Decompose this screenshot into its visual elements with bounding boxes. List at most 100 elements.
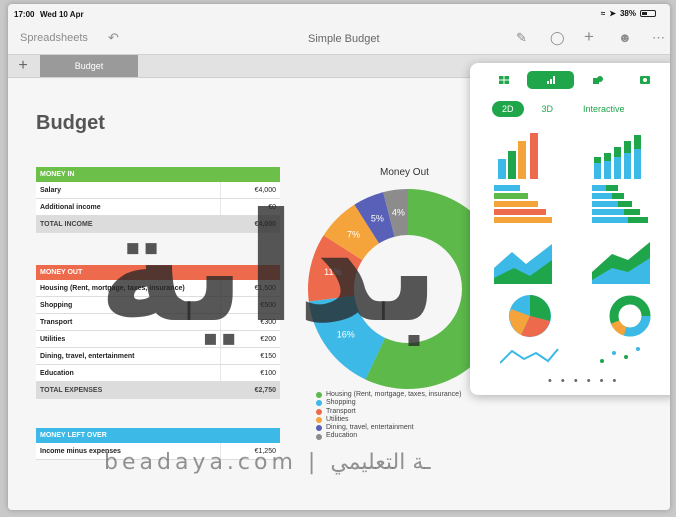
legend-item: Shopping — [316, 399, 461, 407]
table-row[interactable]: Shopping €500 — [36, 297, 280, 314]
table-row[interactable]: Income minus expenses €1,250 — [36, 443, 280, 460]
page-indicator[interactable]: • • • • • • — [548, 375, 619, 387]
legend-item: Housing (Rent, mortgage, taxes, insuranc… — [316, 391, 461, 399]
row-value: €0 — [268, 204, 276, 211]
legend-label: Transport — [326, 407, 356, 415]
table-row[interactable]: Education €100 — [36, 365, 280, 382]
stacked-area-thumbnail[interactable] — [592, 238, 652, 284]
legend-item: Education — [316, 432, 461, 440]
slice-label: 4% — [392, 208, 405, 218]
row-value: €200 — [260, 336, 276, 343]
row-label: Shopping — [40, 302, 73, 309]
stacked-column-thumbnail[interactable] — [592, 133, 652, 179]
legend-swatch — [316, 425, 322, 432]
tab-budget[interactable]: Budget — [40, 55, 138, 77]
scatter-chart-thumbnail[interactable] — [592, 343, 652, 367]
row-label: Transport — [40, 319, 73, 326]
ipad-screen: 17:00 Wed 10 Apr ≈ ➤ 38% Spreadsheets ↶ … — [8, 4, 670, 510]
slice-label: 16% — [337, 329, 355, 339]
legend-item: Transport — [316, 408, 461, 416]
toolbar: Spreadsheets ↶ Simple Budget ✎ ◯ + ☻ ⋯ — [8, 24, 670, 54]
row-value: €1,500 — [254, 285, 276, 292]
table-icon — [498, 76, 509, 84]
battery-percent: 38% — [619, 9, 636, 18]
row-value: €100 — [260, 370, 276, 377]
status-time: 17:00 — [14, 10, 35, 19]
table-row[interactable]: Salary €4,000 — [36, 182, 280, 199]
row-label: Additional income — [40, 204, 101, 211]
total-label: TOTAL EXPENSES — [40, 387, 103, 394]
collaborate-icon[interactable]: ☻ — [618, 30, 632, 45]
shape-icon — [592, 76, 603, 84]
row-value: €1,250 — [254, 448, 276, 455]
status-right: ≈ ➤ 38% — [601, 9, 656, 18]
stacked-bar-thumbnail[interactable] — [592, 185, 652, 231]
location-icon: ➤ — [609, 9, 616, 18]
add-icon[interactable]: + — [584, 27, 594, 47]
total-value: €2,750 — [254, 387, 276, 394]
wifi-icon: ≈ — [600, 9, 606, 18]
add-sheet-button[interactable]: + — [13, 57, 33, 75]
chart-legend: Housing (Rent, mortgage, taxes, insuranc… — [316, 391, 461, 441]
area-chart-thumbnail[interactable] — [494, 238, 554, 284]
mode-2d[interactable]: 2D — [492, 101, 524, 117]
page-title: Budget — [36, 112, 105, 134]
media-icon — [639, 76, 650, 84]
mode-3d[interactable]: 3D — [542, 104, 554, 114]
total-label: TOTAL INCOME — [40, 221, 93, 228]
pie-chart-thumbnail[interactable] — [500, 293, 560, 339]
money-left-table[interactable]: MONEY LEFT OVER Income minus expenses €1,… — [36, 428, 280, 460]
legend-item: Dining, travel, entertainment — [316, 424, 461, 432]
legend-item: Utilities — [316, 416, 461, 424]
row-value: €150 — [260, 353, 276, 360]
undo-icon[interactable]: ↶ — [108, 30, 119, 46]
tab-chart[interactable] — [527, 71, 574, 89]
slice-label: 7% — [347, 230, 360, 240]
donut-chart-thumbnail[interactable] — [600, 293, 660, 339]
format-icon[interactable]: ◯ — [550, 30, 565, 46]
legend-label: Shopping — [326, 399, 356, 407]
tab-media[interactable] — [621, 71, 668, 89]
row-value: €300 — [260, 319, 276, 326]
column-chart-thumbnail[interactable] — [494, 133, 554, 179]
legend-label: Dining, travel, entertainment — [326, 424, 414, 432]
legend-label: Education — [326, 432, 358, 440]
status-bar: 17:00 Wed 10 Apr ≈ ➤ 38% — [8, 4, 670, 24]
row-label: Salary — [40, 187, 62, 194]
tab-table[interactable] — [480, 71, 527, 89]
row-value: €4,000 — [254, 187, 276, 194]
money-in-table[interactable]: MONEY IN Salary €4,000 Additional income €… — [36, 167, 280, 233]
legend-label: Utilities — [326, 415, 349, 423]
battery-icon — [640, 10, 656, 17]
table-row[interactable]: Additional income €0 — [36, 199, 280, 216]
line-chart-thumbnail[interactable] — [500, 343, 560, 367]
money-left-header: MONEY LEFT OVER — [36, 428, 280, 443]
table-row[interactable]: Utilities €200 — [36, 331, 280, 348]
legend-swatch — [316, 400, 322, 407]
row-label: Housing (Rent, mortgage, taxes, insuranc… — [40, 285, 185, 292]
slice-label: 11% — [324, 267, 341, 277]
more-icon[interactable]: ⋯ — [652, 30, 665, 46]
document-title: Simple Budget — [308, 33, 380, 45]
table-row[interactable]: Housing (Rent, mortgage, taxes, insuranc… — [36, 280, 280, 297]
row-value: €500 — [260, 302, 276, 309]
row-label: Income minus expenses — [40, 448, 121, 455]
table-row[interactable]: Dining, travel, entertainment €150 — [36, 348, 280, 365]
total-row[interactable]: TOTAL INCOME €4,000 — [36, 216, 280, 233]
money-out-header: MONEY OUT — [36, 265, 280, 280]
brush-icon[interactable]: ✎ — [516, 30, 527, 46]
row-label: Education — [40, 370, 74, 377]
money-out-table[interactable]: MONEY OUT Housing (Rent, mortgage, taxes… — [36, 265, 280, 399]
total-row[interactable]: TOTAL EXPENSES €2,750 — [36, 382, 280, 399]
bar-chart-thumbnail[interactable] — [494, 185, 554, 231]
chart-mode-selector: 2D 3D Interactive — [492, 101, 625, 117]
spreadsheets-back-button[interactable]: Spreadsheets — [20, 32, 88, 44]
chart-icon — [546, 76, 555, 84]
popover-category-tabs — [480, 71, 668, 89]
legend-swatch — [316, 392, 322, 399]
table-row[interactable]: Transport €300 — [36, 314, 280, 331]
status-date: Wed 10 Apr — [40, 10, 84, 19]
tab-shape[interactable] — [574, 71, 621, 89]
legend-label: Housing (Rent, mortgage, taxes, insuranc… — [326, 391, 462, 398]
mode-interactive[interactable]: Interactive — [583, 104, 625, 114]
